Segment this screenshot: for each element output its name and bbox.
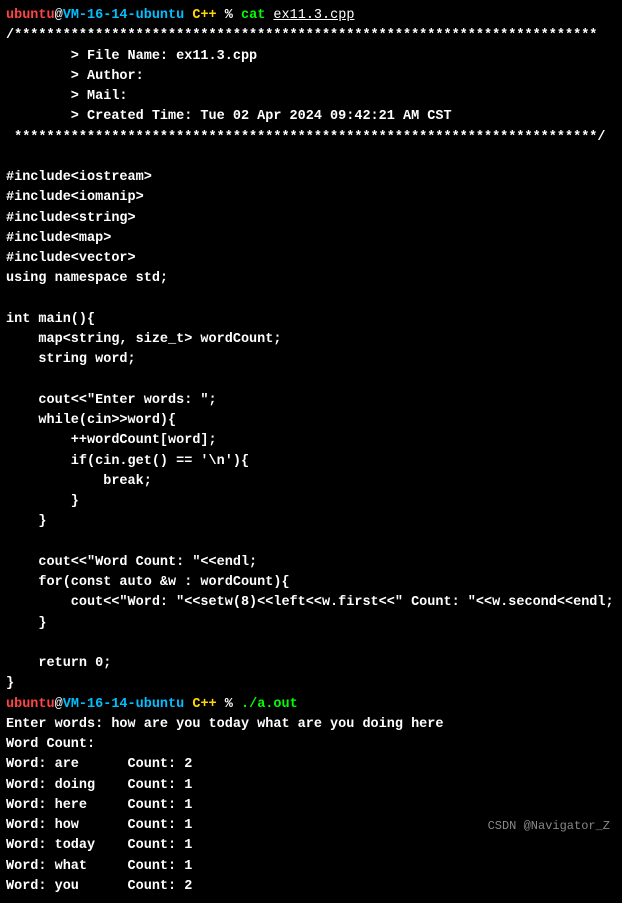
file-header-filename: > File Name: ex11.3.cpp: [6, 47, 616, 67]
source-line: }: [6, 512, 616, 532]
file-header-top: /***************************************…: [6, 26, 616, 46]
command-arg-filename: ex11.3.cpp: [273, 8, 354, 23]
source-line: [6, 371, 616, 391]
source-line: #include<string>: [6, 209, 616, 229]
source-line: [6, 533, 616, 553]
output-line: Word: doing Count: 1: [6, 776, 616, 796]
source-line: [6, 634, 616, 654]
source-line: string word;: [6, 350, 616, 370]
program-output-block: Enter words: how are you today what are …: [6, 715, 616, 897]
output-line: Word Count:: [6, 735, 616, 755]
prompt-user: ubuntu: [6, 697, 55, 712]
source-line: #include<map>: [6, 229, 616, 249]
source-line: return 0;: [6, 654, 616, 674]
file-header-bottom: ****************************************…: [6, 128, 616, 148]
prompt-dir: C++: [192, 697, 216, 712]
output-line: Word: are Count: 2: [6, 755, 616, 775]
source-line: [6, 290, 616, 310]
source-line: map<string, size_t> wordCount;: [6, 330, 616, 350]
output-line: Word: here Count: 1: [6, 796, 616, 816]
prompt-user: ubuntu: [6, 8, 55, 23]
source-line: #include<iomanip>: [6, 188, 616, 208]
prompt-percent: %: [225, 8, 233, 23]
source-line: [6, 148, 616, 168]
source-line: }: [6, 674, 616, 694]
source-line: cout<<"Word Count: "<<endl;: [6, 553, 616, 573]
source-line: }: [6, 614, 616, 634]
prompt-at: @: [55, 8, 63, 23]
prompt-host: VM-16-14-ubuntu: [63, 8, 185, 23]
source-line: if(cin.get() == '\n'){: [6, 452, 616, 472]
source-line: break;: [6, 472, 616, 492]
source-line: while(cin>>word){: [6, 411, 616, 431]
source-line: cout<<"Word: "<<setw(8)<<left<<w.first<<…: [6, 593, 616, 613]
source-code-block: #include<iostream>#include<iomanip>#incl…: [6, 148, 616, 695]
file-header-created: > Created Time: Tue 02 Apr 2024 09:42:21…: [6, 107, 616, 127]
source-line: using namespace std;: [6, 269, 616, 289]
prompt-percent: %: [225, 697, 233, 712]
prompt-host: VM-16-14-ubuntu: [63, 697, 185, 712]
source-line: ++wordCount[word];: [6, 431, 616, 451]
source-line: for(const auto &w : wordCount){: [6, 573, 616, 593]
output-line: Word: what Count: 1: [6, 857, 616, 877]
prompt-at: @: [55, 697, 63, 712]
command-run: ./a.out: [241, 697, 298, 712]
command-cat: cat: [241, 8, 265, 23]
file-header-mail: > Mail:: [6, 87, 616, 107]
shell-prompt-1: ubuntu@VM-16-14-ubuntu C++ % cat ex11.3.…: [6, 6, 616, 26]
output-line: Enter words: how are you today what are …: [6, 715, 616, 735]
output-line: Word: you Count: 2: [6, 877, 616, 897]
source-line: cout<<"Enter words: ";: [6, 391, 616, 411]
watermark: CSDN @Navigator_Z: [488, 817, 610, 835]
source-line: #include<vector>: [6, 249, 616, 269]
source-line: #include<iostream>: [6, 168, 616, 188]
shell-prompt-2: ubuntu@VM-16-14-ubuntu C++ % ./a.out: [6, 695, 616, 715]
file-header-author: > Author:: [6, 67, 616, 87]
source-line: int main(){: [6, 310, 616, 330]
prompt-dir: C++: [192, 8, 216, 23]
output-line: Word: today Count: 1: [6, 836, 616, 856]
source-line: }: [6, 492, 616, 512]
